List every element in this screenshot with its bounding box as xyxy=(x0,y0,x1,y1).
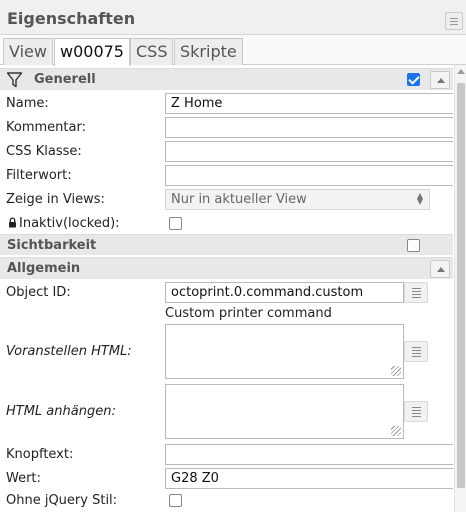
menu-icon xyxy=(450,18,458,19)
value-input[interactable]: G28 Z0 xyxy=(165,468,453,489)
prepend-html-edit-button[interactable] xyxy=(404,341,428,362)
comment-label: Kommentar: xyxy=(6,120,86,135)
group-general-collapse-button[interactable] xyxy=(430,71,450,89)
no-jquery-style-label: Ohne jQuery Stil: xyxy=(6,493,118,508)
inactive-checkbox[interactable] xyxy=(169,217,182,230)
name-input[interactable]: Z Home xyxy=(165,93,453,114)
show-in-views-select[interactable]: Nur in aktueller View ▲ ▼ xyxy=(165,189,430,210)
tab-widget[interactable]: w00075 xyxy=(54,38,130,66)
panel-header: Eigenschaften xyxy=(0,0,466,35)
vertical-scrollbar[interactable] xyxy=(454,65,466,512)
prepend-html-textarea[interactable] xyxy=(165,324,404,379)
append-html-textarea[interactable] xyxy=(165,384,404,439)
tab-view[interactable]: View xyxy=(3,38,53,65)
list-icon xyxy=(412,288,421,298)
properties-content: Generell Name: Z Home Kommentar: CSS Kla… xyxy=(0,65,453,512)
css-class-input[interactable] xyxy=(165,141,453,162)
group-common-title: Allgemein xyxy=(7,261,81,276)
object-id-input[interactable]: octoprint.0.command.custom xyxy=(165,282,404,303)
select-arrows-icon: ▲ ▼ xyxy=(416,191,423,206)
tab-css[interactable]: CSS xyxy=(130,38,174,65)
prepend-html-label: Voranstellen HTML: xyxy=(6,344,132,359)
filter-word-label: Filterwort: xyxy=(6,168,72,183)
show-in-views-value: Nur in aktueller View xyxy=(171,192,307,207)
group-common-collapse-button[interactable] xyxy=(430,260,450,278)
panel-menu-button[interactable] xyxy=(445,12,463,30)
append-html-edit-button[interactable] xyxy=(404,401,428,422)
lock-icon xyxy=(9,217,16,228)
group-visibility-checkbox[interactable] xyxy=(407,239,420,252)
group-general-checkbox[interactable] xyxy=(407,73,420,86)
scrollbar-thumb[interactable] xyxy=(457,83,465,488)
filter-word-input[interactable] xyxy=(165,165,453,186)
show-in-views-label: Zeige in Views: xyxy=(6,192,105,207)
group-general-header[interactable]: Generell xyxy=(0,68,453,90)
object-id-picker-button[interactable] xyxy=(404,282,428,303)
no-jquery-style-checkbox[interactable] xyxy=(169,494,182,507)
filter-icon xyxy=(6,72,23,88)
object-id-description: Custom printer command xyxy=(165,306,332,321)
list-icon xyxy=(412,407,421,417)
resize-handle-icon[interactable] xyxy=(391,426,401,436)
value-label: Wert: xyxy=(6,471,41,486)
panel-title: Eigenschaften xyxy=(7,9,136,28)
resize-handle-icon[interactable] xyxy=(391,366,401,376)
group-visibility-title: Sichtbarkeit xyxy=(7,238,97,253)
name-label: Name: xyxy=(6,96,49,111)
comment-input[interactable] xyxy=(165,117,453,138)
scroll-up-icon[interactable] xyxy=(457,69,465,74)
tab-bar: View w00075 CSS Skripte xyxy=(0,35,466,66)
chevron-up-icon xyxy=(437,267,445,272)
group-common-header[interactable]: Allgemein xyxy=(0,257,453,279)
chevron-up-icon xyxy=(437,78,445,83)
object-id-label: Object ID: xyxy=(6,285,71,300)
css-class-label: CSS Klasse: xyxy=(6,144,82,159)
button-text-input[interactable] xyxy=(165,444,453,465)
tab-scripts[interactable]: Skripte xyxy=(174,38,243,65)
inactive-label: Inaktiv(locked): xyxy=(19,216,120,231)
button-text-label: Knopftext: xyxy=(6,447,74,462)
append-html-label: HTML anhängen: xyxy=(6,404,116,419)
group-general-title: Generell xyxy=(34,72,96,87)
group-visibility-header[interactable]: Sichtbarkeit xyxy=(0,234,453,255)
list-icon xyxy=(412,347,421,357)
